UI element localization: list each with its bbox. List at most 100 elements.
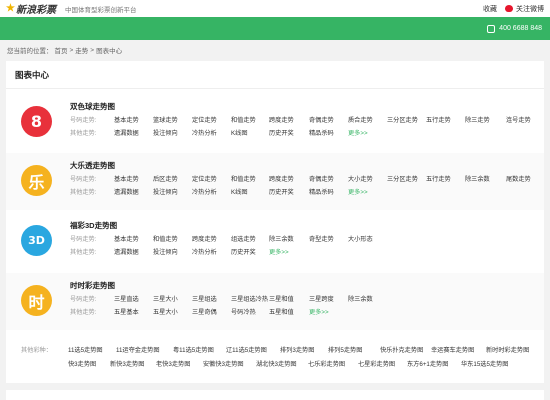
shishi-icon[interactable]: 时 [21,285,52,316]
more-link[interactable]: 更多>> [348,128,368,137]
trend-link[interactable]: 大小走势 [348,174,373,183]
trend-link[interactable]: 后区走势 [153,174,178,183]
trend-link[interactable]: 跨度走势 [269,115,294,124]
game-row: 3D 福彩3D走势图 号码走势: 其他走势: 基本走势 和值走势 跨度走势 组选走势 除三余数 奇… [6,213,544,270]
trend-link[interactable]: 投注倾向 [153,247,178,256]
game-name[interactable]: 大乐透走势图 [70,160,115,171]
more-link[interactable]: 更多>> [269,247,289,256]
trend-link[interactable]: 和值走势 [153,234,178,243]
trend-link[interactable]: K线图 [231,187,248,196]
trend-link[interactable]: 三星和值 [269,294,294,303]
trend-link[interactable]: 除三余数 [465,174,490,183]
trend-link[interactable]: 号码冷热 [231,307,256,316]
other-lottery-link[interactable]: 七星彩走势图 [358,359,395,368]
trend-link[interactable]: 三星奇偶 [192,307,217,316]
other-lottery-link[interactable]: 快3走势图 [68,359,96,368]
le-icon[interactable]: 乐 [21,165,52,196]
number-trend-label: 号码走势: [70,296,97,303]
top-bar: ★ 新浪彩票 中国体育型彩票创新平台 收藏 关注微博 [0,0,550,17]
trend-link[interactable]: 遗漏数据 [114,247,139,256]
other-lottery-link[interactable]: 幸运赛车走势图 [431,345,474,354]
other-lottery-link[interactable]: 辽11选5走势图 [226,345,267,354]
trend-link[interactable]: 连号走势 [506,115,531,124]
trend-link[interactable]: 跨度走势 [192,234,217,243]
other-lottery-link[interactable]: 新快3走势图 [110,359,144,368]
game-name[interactable]: 双色球走势图 [70,101,115,112]
trend-link[interactable]: 除三余数 [269,234,294,243]
other-lottery-link[interactable]: 快乐扑克走势图 [380,345,423,354]
trend-link[interactable]: 基本走势 [114,234,139,243]
trend-link[interactable]: 五行走势 [426,115,451,124]
trend-link[interactable]: 历史开奖 [231,247,256,256]
breadcrumb: 您当前的位置： 首页 > 走势 > 图表中心 [0,40,550,60]
breadcrumb-trend[interactable]: 走势 [75,45,88,55]
trend-link[interactable]: 除三走势 [465,115,490,124]
trend-link[interactable]: 三分区走势 [387,115,418,124]
other-lottery-link[interactable]: 华东15选5走势图 [461,359,508,368]
logo[interactable]: ★ 新浪彩票 [6,1,56,16]
logo-text: 新浪彩票 [15,5,56,16]
other-lottery-link[interactable]: 11选5走势图 [68,345,103,354]
trend-link[interactable]: 历史开奖 [269,128,294,137]
more-link[interactable]: 更多>> [309,307,329,316]
trend-link[interactable]: 大小形态 [348,234,373,243]
game-name[interactable]: 时时彩走势图 [70,280,115,291]
trend-link[interactable]: 定位走势 [192,174,217,183]
trend-link[interactable]: 五星基本 [114,307,139,316]
3d-icon[interactable]: 3D [21,225,52,256]
weibo-link[interactable]: 关注微博 [505,4,544,14]
trend-link[interactable]: 三星跨度 [309,294,334,303]
trend-link[interactable]: 除三余数 [348,294,373,303]
game-name[interactable]: 福彩3D走势图 [70,220,117,231]
trend-link[interactable]: 基本走势 [114,115,139,124]
trend-link[interactable]: 奇偶走势 [309,174,334,183]
other-lottery-link[interactable]: 安徽快3走势图 [203,359,244,368]
trend-link[interactable]: 尾数走势 [506,174,531,183]
trend-link[interactable]: K线图 [231,128,248,137]
trend-link[interactable]: 五星大小 [153,307,178,316]
breadcrumb-separator: > [90,46,95,54]
favorite-link[interactable]: 收藏 [483,4,497,14]
trend-link[interactable]: 篮球走势 [153,115,178,124]
trend-link[interactable]: 五行走势 [426,174,451,183]
trend-link[interactable]: 奇型走势 [309,234,334,243]
trend-link[interactable]: 冷热分析 [192,187,217,196]
trend-link[interactable]: 组选走势 [231,234,256,243]
panel-title: 图表中心 [6,61,544,89]
other-lottery-link[interactable]: 新时时彩走势图 [486,345,529,354]
trend-link[interactable]: 冷热分析 [192,247,217,256]
trend-link[interactable]: 和值走势 [231,115,256,124]
more-link[interactable]: 更多>> [348,187,368,196]
trend-link[interactable]: 历史开奖 [269,187,294,196]
trend-link[interactable]: 精品杀码 [309,187,334,196]
breadcrumb-home[interactable]: 首页 [55,45,68,55]
trend-link[interactable]: 三星大小 [153,294,178,303]
lottery-ball-icon[interactable]: 8 [21,106,52,137]
trend-link[interactable]: 三星直选 [114,294,139,303]
trend-link[interactable]: 遗漏数据 [114,187,139,196]
other-lottery-link[interactable]: 排列3走势图 [280,345,314,354]
other-lottery-link[interactable]: 东方6+1走势图 [407,359,448,368]
trend-link[interactable]: 三分区走势 [387,174,418,183]
trend-link[interactable]: 和值走势 [231,174,256,183]
trend-link[interactable]: 三星组选冷热 [231,294,268,303]
trend-link[interactable]: 奇偶走势 [309,115,334,124]
game-row: 乐 大乐透走势图 号码走势: 其他走势: 基本走势 后区走势 定位走势 和值走势 跨度走势 奇偶走… [6,153,544,210]
trend-link[interactable]: 投注倾向 [153,128,178,137]
other-lottery-link[interactable]: 老快3走势图 [156,359,190,368]
trend-link[interactable]: 定位走势 [192,115,217,124]
trend-link[interactable]: 投注倾向 [153,187,178,196]
trend-link[interactable]: 冷热分析 [192,128,217,137]
trend-link[interactable]: 基本走势 [114,174,139,183]
other-lottery-link[interactable]: 七乐彩走势图 [308,359,345,368]
trend-link[interactable]: 跨度走势 [269,174,294,183]
other-lottery-link[interactable]: 排列5走势图 [328,345,362,354]
other-lottery-link[interactable]: 湖北快3走势图 [256,359,297,368]
other-lottery-link[interactable]: 粤11选5走势图 [173,345,214,354]
trend-link[interactable]: 遗漏数据 [114,128,139,137]
trend-link[interactable]: 质合走势 [348,115,373,124]
trend-link[interactable]: 三星组选 [192,294,217,303]
trend-link[interactable]: 五星和值 [269,307,294,316]
trend-link[interactable]: 精品杀码 [309,128,334,137]
other-lottery-link[interactable]: 11运夺金走势图 [116,345,160,354]
